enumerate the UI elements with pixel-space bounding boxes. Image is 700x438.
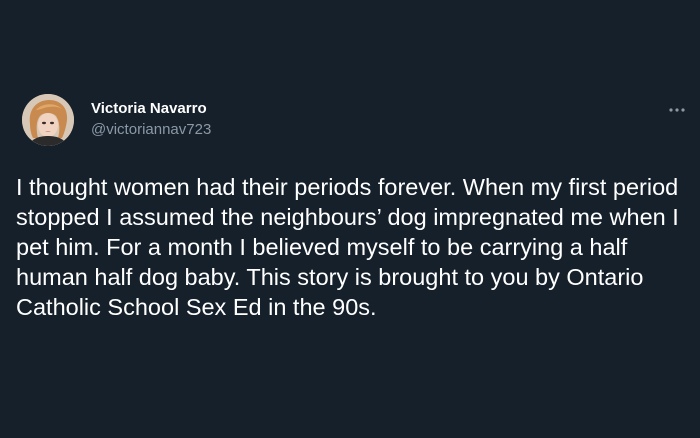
user-handle[interactable]: @victoriannav723	[91, 121, 211, 138]
tweet-text: I thought women had their periods foreve…	[16, 174, 679, 320]
more-options-button[interactable]	[664, 98, 690, 122]
avatar[interactable]	[22, 94, 74, 146]
user-info: Victoria Navarro @victoriannav723	[91, 100, 211, 138]
tweet-card: Victoria Navarro @victoriannav723 I thou…	[0, 0, 700, 438]
avatar-image	[22, 94, 74, 146]
display-name[interactable]: Victoria Navarro	[91, 100, 211, 117]
more-horizontal-icon	[669, 108, 685, 112]
tweet-header: Victoria Navarro @victoriannav723	[22, 94, 211, 146]
